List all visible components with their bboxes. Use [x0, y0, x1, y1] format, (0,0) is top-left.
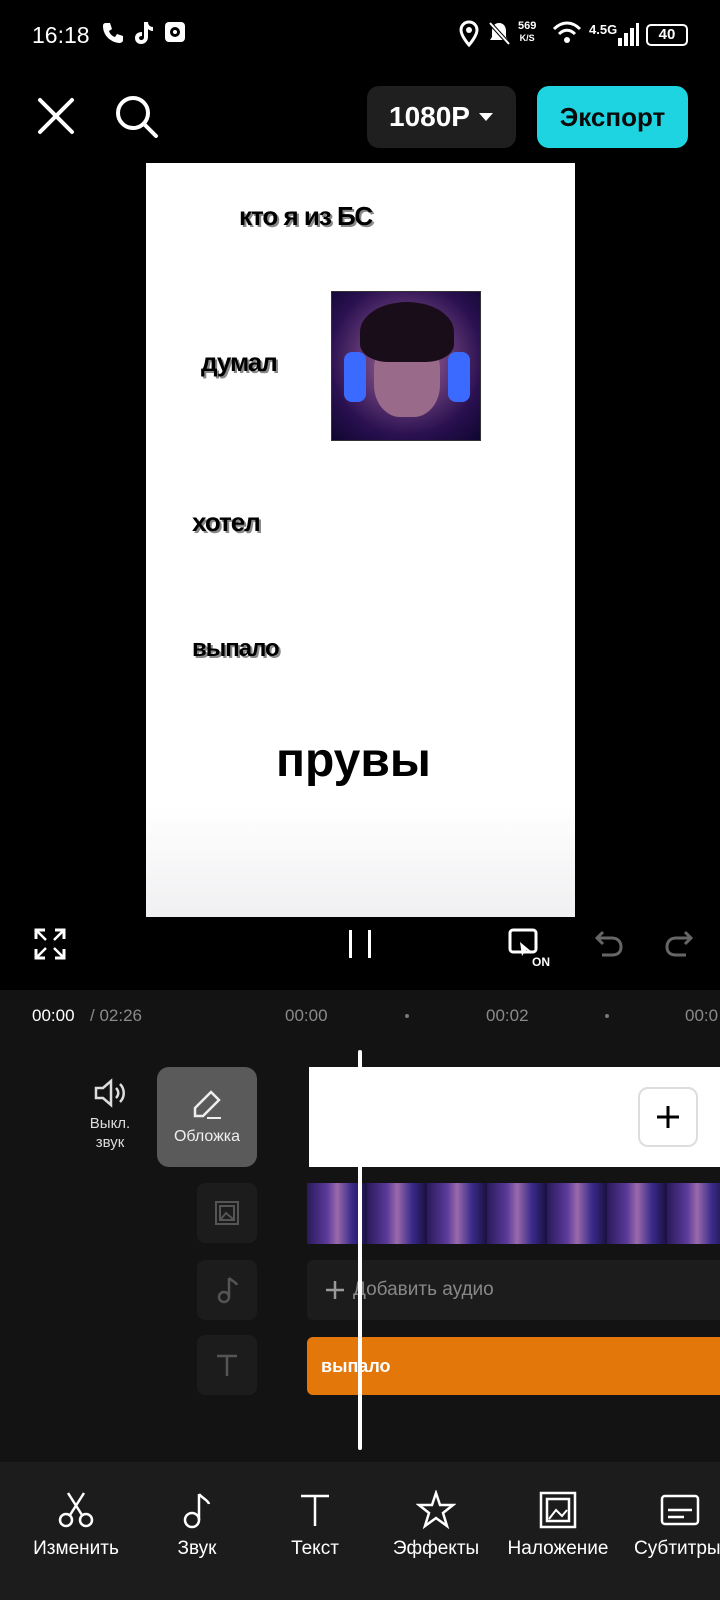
- location-icon: [459, 20, 479, 48]
- ruler-tick: 00:00: [285, 1006, 328, 1025]
- overlay-icon: [539, 1491, 577, 1529]
- net-speed-unit: K/S: [519, 33, 535, 43]
- mute-label: Выкл. звук: [89, 1115, 131, 1151]
- text-clip-label: выпало: [321, 1355, 391, 1376]
- preview-text-wanted: хотел: [192, 507, 261, 537]
- svg-text:ON: ON: [532, 955, 550, 968]
- audio-track-button[interactable]: [197, 1260, 257, 1320]
- text-clip[interactable]: выпало: [307, 1337, 720, 1395]
- wifi-icon: [552, 21, 582, 43]
- tool-edit[interactable]: Изменить: [28, 1490, 124, 1560]
- ruler-tick: 00:02: [486, 1006, 529, 1025]
- plus-icon: [657, 1106, 679, 1128]
- resolution-label: 1080P: [389, 101, 470, 132]
- status-time: 16:18: [32, 22, 90, 48]
- total-time: / 02:26: [90, 1006, 142, 1025]
- bell-muted-icon: [488, 21, 511, 46]
- keyframe-on-icon[interactable]: ON: [508, 928, 554, 968]
- preview-text-proofs: прувы: [276, 734, 431, 787]
- tool-subtitles[interactable]: Субтитры: [634, 1490, 720, 1560]
- subtitles-icon: [660, 1494, 700, 1526]
- music-note-track-icon: [217, 1277, 239, 1304]
- tool-overlay[interactable]: Наложение: [502, 1490, 614, 1560]
- ruler-dot: [405, 1014, 409, 1018]
- video-preview[interactable]: кто я из БС думал хотел выпало прувы: [146, 163, 575, 917]
- phone-icon: [103, 23, 123, 43]
- network-type: 4.5G: [589, 22, 618, 37]
- ruler-tick: 00:0: [685, 1006, 719, 1025]
- preview-text-thought: думал: [201, 347, 278, 377]
- tool-text-label: Текст: [291, 1538, 339, 1559]
- tiktok-icon: [135, 22, 153, 44]
- playhead[interactable]: [358, 1050, 362, 1450]
- gallery-app-icon: [165, 22, 185, 42]
- net-speed-value: 569: [518, 20, 537, 32]
- tool-text[interactable]: Текст: [278, 1490, 352, 1560]
- current-time: 00:00: [32, 1006, 75, 1025]
- overlay-track-button[interactable]: [197, 1183, 257, 1243]
- fullscreen-icon[interactable]: [34, 928, 66, 960]
- speaker-icon: [94, 1078, 125, 1108]
- preview-text-got: выпало: [192, 635, 280, 662]
- search-icon[interactable]: [112, 92, 160, 140]
- resolution-dropdown[interactable]: 1080P: [367, 86, 516, 148]
- signal-icon: [618, 23, 639, 46]
- caret-down-icon: [478, 113, 493, 121]
- ruler-dot: [605, 1014, 609, 1018]
- image-track-icon: [215, 1201, 239, 1225]
- close-icon[interactable]: [34, 94, 78, 138]
- tool-effects[interactable]: Эффекты: [386, 1490, 486, 1560]
- battery-icon: 40: [646, 24, 688, 46]
- pencil-icon: [193, 1090, 221, 1119]
- text-icon: [301, 1494, 329, 1526]
- text-track-icon: [217, 1354, 237, 1376]
- tool-overlay-label: Наложение: [507, 1538, 609, 1559]
- tool-edit-label: Изменить: [33, 1538, 119, 1559]
- plus-icon: [326, 1281, 344, 1299]
- scissors-icon: [58, 1492, 94, 1528]
- effects-star-icon: [416, 1490, 456, 1530]
- text-track-button[interactable]: [197, 1335, 257, 1395]
- add-clip-button[interactable]: [638, 1087, 698, 1147]
- add-audio-label: Добавить аудио: [353, 1279, 494, 1300]
- undo-icon[interactable]: [594, 928, 624, 958]
- export-button[interactable]: Экспорт: [537, 86, 688, 148]
- redo-icon[interactable]: [664, 928, 694, 958]
- tool-sound-label: Звук: [177, 1538, 217, 1559]
- tool-subtitles-label: Субтитры: [634, 1538, 720, 1559]
- preview-photo: [331, 291, 481, 441]
- add-audio-button[interactable]: Добавить аудио: [307, 1260, 720, 1320]
- net-speed: 569 K/S: [518, 20, 536, 44]
- tool-effects-label: Эффекты: [392, 1538, 480, 1559]
- mute-clip-audio-button[interactable]: Выкл. звук: [80, 1078, 140, 1152]
- music-note-icon: [183, 1493, 211, 1529]
- overlay-video-clip[interactable]: [307, 1183, 720, 1244]
- preview-text-title: кто я из БС: [239, 201, 373, 231]
- status-bar: 16:18 569 K/S 4.5G 40: [0, 0, 720, 72]
- cover-button[interactable]: Обложка: [157, 1067, 257, 1167]
- pause-icon[interactable]: [346, 928, 374, 960]
- tool-sound[interactable]: Звук: [160, 1490, 234, 1560]
- cover-label: Обложка: [173, 1128, 241, 1145]
